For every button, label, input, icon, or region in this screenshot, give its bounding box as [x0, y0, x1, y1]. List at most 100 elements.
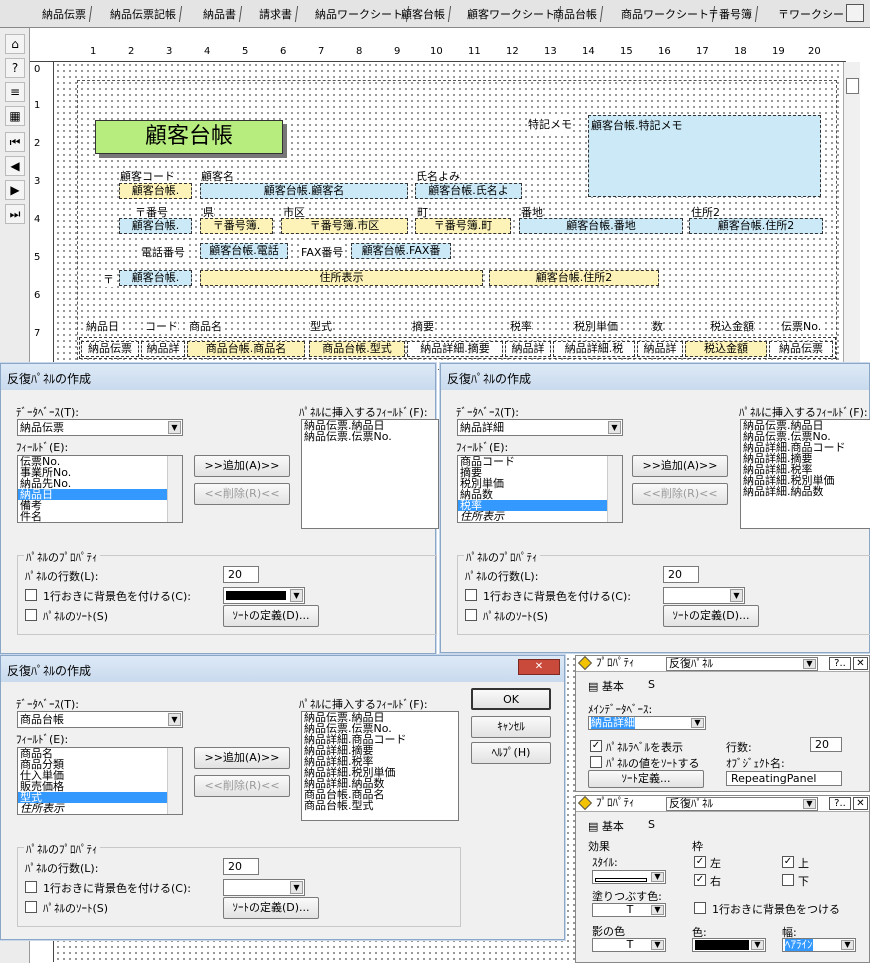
close-icon[interactable]: ✕	[853, 797, 868, 810]
list-item[interactable]: 商品コード	[458, 456, 622, 467]
insert-fields-list[interactable]: 納品伝票.納品日 納品伝票.伝票No.	[301, 419, 439, 529]
customer-code-label[interactable]: 顧客コード	[120, 168, 175, 184]
help-button[interactable]: ?..	[829, 797, 851, 810]
list-item[interactable]: 商品台帳.型式	[302, 800, 458, 811]
tab-script[interactable]: S	[648, 818, 655, 831]
shadow-select[interactable]: T ▼	[592, 938, 666, 952]
sort-checkbox[interactable]	[25, 609, 37, 621]
list-scrollbar[interactable]	[167, 456, 182, 522]
phone-label[interactable]: 電話番号	[141, 244, 185, 260]
list-item[interactable]: 住所表示	[18, 803, 182, 814]
list-scrollbar[interactable]	[167, 748, 182, 814]
fax-field[interactable]: 顧客台帳.FAX番	[351, 243, 451, 259]
home-icon[interactable]: ⌂	[5, 34, 25, 54]
remove-button[interactable]: <<削除(R)<<	[632, 483, 728, 505]
list-item[interactable]: 件名	[18, 511, 182, 522]
sort-checkbox[interactable]	[25, 901, 37, 913]
fax-label[interactable]: FAX番号	[301, 244, 344, 260]
rows-input[interactable]: 20	[223, 858, 259, 875]
chevron-down-icon[interactable]: ▼	[803, 799, 816, 809]
main-db-select[interactable]: 納品詳細 ▼	[588, 716, 706, 730]
chevron-down-icon[interactable]: ▼	[730, 589, 743, 602]
list-item[interactable]: 住所表示	[458, 511, 622, 522]
list-scrollbar[interactable]	[607, 456, 622, 522]
last-record-icon[interactable]: ⏭	[5, 204, 25, 224]
list-icon[interactable]: ≡	[5, 82, 25, 102]
add-button[interactable]: >>追加(A)>>	[632, 455, 728, 477]
cancel-button[interactable]: ｷｬﾝｾﾙ	[471, 716, 551, 738]
style-select[interactable]: ▼	[592, 870, 666, 884]
tab-customer-worksheet[interactable]: 顧客ワークシート	[465, 6, 562, 22]
address-no-field[interactable]: 顧客台帳.番地	[519, 218, 683, 234]
panel-cell[interactable]: 納品詳細.税	[553, 341, 635, 357]
field-list[interactable]: 商品名 商品分類 仕入単価 販売価格 型式 住所表示	[17, 747, 183, 815]
database-select[interactable]: 納品詳細 ▼	[457, 419, 623, 436]
panel-cell[interactable]: 納品伝票	[769, 341, 833, 357]
scrollbar-thumb[interactable]	[846, 78, 859, 94]
alt-bg-checkbox[interactable]	[25, 589, 37, 601]
database-select[interactable]: 納品伝票 ▼	[17, 419, 183, 436]
tab-invoice[interactable]: 請求書	[257, 6, 299, 22]
chevron-down-icon[interactable]: ▼	[651, 940, 664, 950]
address2b-field[interactable]: 顧客台帳.住所2	[489, 270, 659, 286]
tab-postal-book[interactable]: 〒番号簿	[706, 6, 759, 22]
alt-bg-checkbox[interactable]	[465, 589, 477, 601]
panel-cell[interactable]: 納品詳	[637, 341, 683, 357]
object-type-select[interactable]: 反復ﾊﾟﾈﾙ ▼	[666, 657, 818, 671]
sort-definition-button[interactable]: ｿｰﾄ定義...	[588, 770, 704, 788]
sort-definition-button[interactable]: ｿｰﾄの定義(D)...	[223, 897, 319, 919]
list-item[interactable]: 納品詳細.納品数	[741, 486, 870, 497]
help-icon[interactable]: ?	[5, 58, 25, 78]
list-item[interactable]: 納品伝票.伝票No.	[302, 431, 438, 442]
add-button[interactable]: >>追加(A)>>	[194, 455, 290, 477]
rows-input[interactable]: 20	[810, 737, 842, 752]
frame-top-checkbox[interactable]: ✓	[782, 856, 794, 868]
tab-product-ledger[interactable]: 商品台帳	[551, 6, 604, 22]
chevron-down-icon[interactable]: ▼	[290, 881, 303, 894]
remove-button[interactable]: <<削除(R)<<	[194, 483, 290, 505]
memo-label[interactable]: 特記メモ	[528, 116, 572, 132]
customer-code-field[interactable]: 顧客台帳.	[119, 183, 192, 199]
vertical-scrollbar[interactable]	[843, 62, 860, 362]
chevron-down-icon[interactable]: ▼	[751, 940, 764, 950]
remove-button[interactable]: <<削除(R)<<	[194, 775, 290, 797]
chevron-down-icon[interactable]: ▼	[168, 713, 181, 726]
rows-input[interactable]: 20	[663, 566, 699, 583]
phone-field[interactable]: 顧客台帳.電話	[200, 243, 288, 259]
sort-definition-button[interactable]: ｿｰﾄの定義(D)...	[223, 605, 319, 627]
sort-checkbox[interactable]	[465, 609, 477, 621]
chevron-down-icon[interactable]: ▼	[608, 421, 621, 434]
color-select[interactable]: ▼	[692, 938, 766, 952]
chevron-down-icon[interactable]: ▼	[651, 872, 664, 882]
list-item[interactable]: 備考	[18, 500, 182, 511]
postal2-field[interactable]: 顧客台帳.	[119, 270, 192, 286]
list-item[interactable]: 販売価格	[18, 781, 182, 792]
list-item-selected[interactable]: 納品日	[18, 489, 182, 500]
field-list[interactable]: 伝票No. 事業所No. 納品先No. 納品日 備考 件名	[17, 455, 183, 523]
show-label-checkbox[interactable]: ✓	[590, 740, 602, 752]
frame-right-checkbox[interactable]: ✓	[694, 874, 706, 886]
panel-cell[interactable]: 商品台帳.商品名	[187, 341, 305, 357]
name-reading-label[interactable]: 氏名よみ	[416, 168, 460, 184]
tab-delivery-note[interactable]: 納品書	[201, 6, 243, 22]
help-button[interactable]: ?..	[829, 657, 851, 670]
postal-mark-label[interactable]: 〒	[103, 271, 114, 287]
alt-bg-checkbox[interactable]	[694, 902, 706, 914]
chevron-down-icon[interactable]: ▼	[691, 718, 704, 728]
panel-cell[interactable]: 納品詳	[141, 341, 185, 357]
sort-values-checkbox[interactable]	[590, 756, 602, 768]
corner-icon[interactable]	[846, 4, 864, 22]
help-button[interactable]: ﾍﾙﾌﾟ(H)	[471, 742, 551, 764]
tab-basic[interactable]: ▤ 基本	[588, 678, 624, 694]
panel-cell[interactable]: 納品伝票	[81, 341, 139, 357]
table-icon[interactable]: ▦	[5, 106, 25, 126]
sort-definition-button[interactable]: ｿｰﾄの定義(D)...	[663, 605, 759, 627]
close-icon[interactable]: ✕	[518, 659, 560, 675]
tab-product-worksheet[interactable]: 商品ワークシート	[619, 6, 716, 22]
tab-delivery-entry[interactable]: 納品伝票記帳	[108, 6, 183, 22]
close-icon[interactable]: ✕	[853, 657, 868, 670]
width-select[interactable]: ﾍｱﾗｲﾝ ▼	[782, 938, 856, 952]
field-list[interactable]: 商品コード 摘要 税別単価 納品数 税率 住所表示	[457, 455, 623, 523]
first-record-icon[interactable]: ⏮	[5, 132, 25, 152]
tab-basic[interactable]: ▤ 基本	[588, 818, 624, 834]
